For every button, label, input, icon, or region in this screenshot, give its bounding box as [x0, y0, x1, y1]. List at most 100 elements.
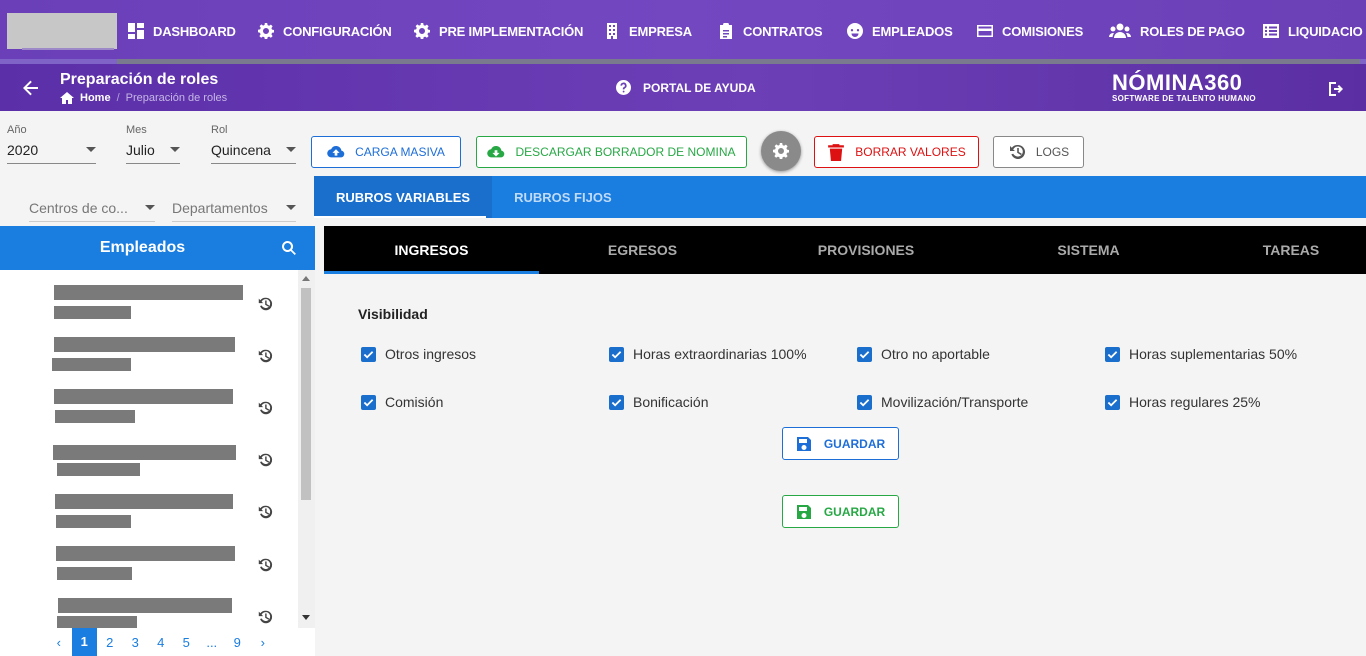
nav-pre-implementacion[interactable]: PRE IMPLEMENTACIÓN	[414, 21, 583, 41]
page-4[interactable]: 4	[148, 635, 174, 650]
gear-icon	[773, 143, 789, 159]
centros-costo-placeholder: Centros de co...	[29, 199, 128, 216]
next-page-icon[interactable]: ›	[250, 635, 276, 650]
departamentos-select[interactable]: Departamentos	[172, 194, 296, 222]
back-arrow-icon[interactable]	[22, 79, 40, 97]
checkbox-checked-icon[interactable]	[361, 346, 376, 362]
save-icon	[796, 436, 811, 451]
tab-ingresos[interactable]: INGRESOS	[324, 242, 539, 258]
employee-name-redacted	[55, 494, 233, 509]
breadcrumb-home[interactable]: Home	[60, 92, 111, 104]
chevron-down-icon	[286, 147, 296, 152]
brand-tagline: SOFTWARE DE TALENTO HUMANO	[1112, 94, 1256, 103]
page-5[interactable]: 5	[174, 635, 200, 650]
borrar-valores-button[interactable]: BORRAR VALORES	[814, 136, 979, 168]
history-icon[interactable]	[257, 348, 273, 364]
history-icon[interactable]	[257, 452, 273, 468]
chevron-down-icon	[145, 205, 155, 210]
checkbox-checked-icon[interactable]	[857, 394, 872, 410]
save-values-button[interactable]: GUARDAR	[782, 495, 899, 528]
logout-icon[interactable]	[1327, 80, 1345, 98]
nav-comisiones[interactable]: COMISIONES	[977, 21, 1083, 41]
nav-empleados-label: EMPLEADOS	[872, 23, 953, 39]
nav-liquidacion[interactable]: LIQUIDACIO	[1263, 21, 1363, 41]
rol-select[interactable]: Rol Quincena	[211, 124, 296, 164]
scroll-up-icon[interactable]	[302, 276, 310, 281]
carga-masiva-label: CARGA MASIVA	[355, 145, 445, 159]
history-icon[interactable]	[257, 504, 273, 520]
tab-tareas[interactable]: TAREAS	[1191, 242, 1366, 258]
nav-contratos[interactable]: CONTRATOS	[718, 21, 823, 41]
checkbox-otros-ingresos[interactable]: Otros ingresos	[361, 346, 476, 362]
list-item[interactable]	[0, 336, 298, 388]
breadcrumb-home-label: Home	[80, 92, 111, 104]
history-icon[interactable]	[257, 296, 273, 312]
list-item[interactable]	[0, 492, 298, 544]
checkbox-horas-extraordinarias[interactable]: Horas extraordinarias 100%	[609, 346, 807, 362]
settings-button[interactable]	[761, 131, 801, 171]
history-icon[interactable]	[257, 557, 273, 573]
list-item[interactable]	[0, 440, 298, 492]
tab-egresos[interactable]: EGRESOS	[539, 242, 746, 258]
employee-name-redacted	[53, 445, 236, 460]
month-select[interactable]: Mes Julio	[126, 124, 180, 164]
page-3[interactable]: 3	[123, 635, 149, 650]
scroll-down-icon[interactable]	[302, 615, 310, 620]
clipboard-icon	[720, 23, 732, 39]
list-item[interactable]	[0, 388, 298, 440]
checkbox-checked-icon[interactable]	[857, 346, 872, 362]
checkbox-bonificacion[interactable]: Bonificación	[609, 394, 709, 410]
logs-button[interactable]: LOGS	[993, 136, 1084, 168]
employee-name-redacted	[54, 337, 235, 352]
centros-costo-select[interactable]: Centros de co...	[29, 194, 155, 222]
chevron-down-icon	[86, 147, 96, 152]
checkbox-horas-regulares[interactable]: Horas regulares 25%	[1105, 394, 1261, 410]
list-item[interactable]	[0, 284, 298, 336]
tab-rubros-fijos[interactable]: RUBROS FIJOS	[492, 176, 634, 218]
visibility-title: Visibilidad	[358, 306, 428, 322]
history-icon[interactable]	[257, 609, 273, 625]
checkbox-movilizacion[interactable]: Movilización/Transporte	[857, 394, 1028, 410]
tab-provisiones[interactable]: PROVISIONES	[746, 242, 986, 258]
nav-empleados[interactable]: EMPLEADOS	[847, 21, 953, 41]
page-1[interactable]: 1	[71, 628, 97, 656]
page-9[interactable]: 9	[225, 635, 251, 650]
checkbox-checked-icon[interactable]	[1105, 346, 1120, 362]
carga-masiva-button[interactable]: CARGA MASIVA	[311, 136, 461, 168]
help-portal-link[interactable]: PORTAL DE AYUDA	[616, 80, 756, 95]
employees-header: Empleados	[0, 226, 315, 270]
checkbox-horas-suplementarias[interactable]: Horas suplementarias 50%	[1105, 346, 1297, 362]
prev-page-icon[interactable]: ‹	[46, 635, 72, 650]
nav-empresa[interactable]: EMPRESA	[604, 21, 692, 41]
year-select[interactable]: Año 2020	[7, 124, 96, 164]
checkbox-comision[interactable]: Comisión	[361, 394, 443, 410]
employee-list-scrollbar[interactable]	[298, 270, 315, 628]
nav-dashboard[interactable]: DASHBOARD	[128, 21, 236, 41]
tab-rubros-variables[interactable]: RUBROS VARIABLES	[314, 176, 493, 218]
nav-configuracion[interactable]: CONFIGURACIÓN	[258, 21, 392, 41]
checkbox-checked-icon[interactable]	[609, 394, 624, 410]
employee-id-redacted	[57, 567, 132, 580]
employee-id-redacted	[57, 616, 137, 628]
page-2[interactable]: 2	[97, 635, 123, 650]
checkbox-checked-icon[interactable]	[609, 346, 624, 362]
year-label: Año	[7, 124, 27, 136]
employee-name-redacted	[58, 598, 232, 613]
brand-name: NÓMINA360	[1112, 70, 1243, 95]
company-logo-placeholder	[7, 13, 117, 49]
list-item[interactable]	[0, 596, 298, 628]
nav-roles-de-pago[interactable]: ROLES DE PAGO	[1109, 21, 1245, 41]
checkbox-otro-no-aportable[interactable]: Otro no aportable	[857, 346, 990, 362]
scrollbar-thumb[interactable]	[301, 288, 311, 500]
search-icon[interactable]	[281, 240, 297, 256]
checkbox-checked-icon[interactable]	[1105, 394, 1120, 410]
list-icon	[1263, 24, 1279, 38]
checkbox-label: Horas extraordinarias 100%	[633, 346, 807, 362]
dashboard-icon	[128, 23, 144, 39]
save-visibility-button[interactable]: GUARDAR	[782, 427, 899, 460]
history-icon[interactable]	[257, 400, 273, 416]
descargar-borrador-button[interactable]: DESCARGAR BORRADOR DE NOMINA	[476, 136, 747, 168]
checkbox-checked-icon[interactable]	[361, 394, 376, 410]
list-item[interactable]	[0, 544, 298, 596]
tab-sistema[interactable]: SISTEMA	[986, 242, 1191, 258]
